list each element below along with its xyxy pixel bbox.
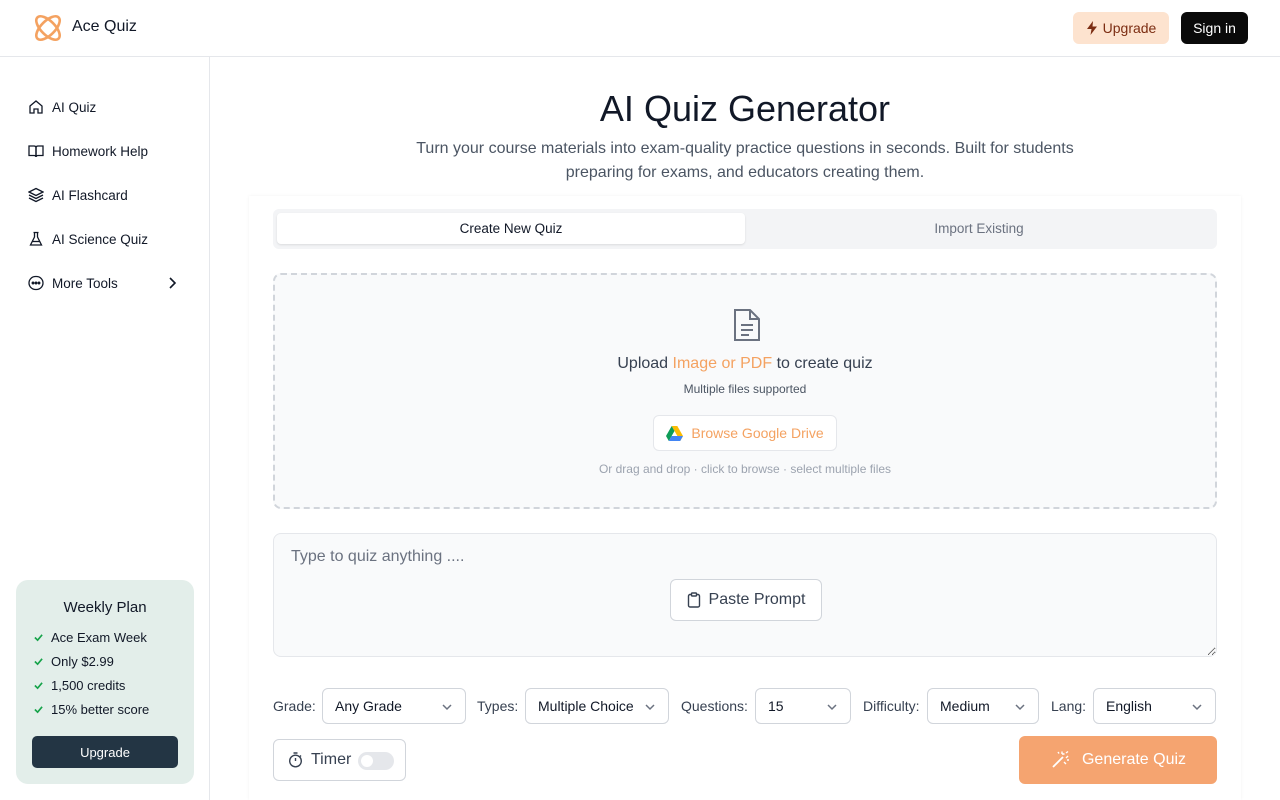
grade-label: Grade: (273, 698, 316, 714)
sidebar-item-label: Homework Help (52, 143, 149, 159)
paste-prompt-button[interactable]: Paste Prompt (670, 579, 822, 621)
timer-control: Timer (273, 739, 406, 781)
sign-in-button[interactable]: Sign in (1181, 12, 1248, 44)
plan-title: Weekly Plan (63, 599, 147, 616)
sidebar-item-homework-help[interactable]: Homework Help (28, 140, 184, 162)
paste-prompt-label: Paste Prompt (708, 591, 806, 608)
plan-feature-text: 15% better score (51, 702, 150, 717)
generate-quiz-label: Generate Quiz (1081, 751, 1187, 768)
stopwatch-icon (288, 752, 303, 768)
chevron-down-icon (1015, 704, 1025, 711)
top-header: Ace Quiz Upgrade Sign in (0, 0, 1280, 57)
book-open-icon (28, 145, 44, 158)
flask-icon (29, 231, 43, 246)
lightning-icon (1086, 21, 1097, 35)
weekly-plan-card: Weekly Plan Ace Exam Week Only $2.99 1,5… (16, 580, 194, 784)
plan-feature: 1,500 credits (34, 678, 125, 693)
plan-feature-text: 1,500 credits (51, 678, 126, 693)
chevron-right-icon (169, 277, 177, 289)
layers-icon (28, 187, 44, 203)
types-label: Types: (477, 698, 519, 714)
tab-bar: Create New Quiz Import Existing (273, 209, 1217, 249)
check-icon (34, 706, 43, 714)
upload-instructions: Upload Image or PDF to create quiz (275, 355, 1215, 373)
plan-upgrade-button[interactable]: Upgrade (32, 736, 178, 768)
chevron-down-icon (442, 704, 452, 711)
document-icon (734, 309, 760, 341)
toggle-knob (361, 755, 373, 767)
multiple-files-note: Multiple files supported (683, 382, 807, 396)
sidebar-item-label: More Tools (52, 275, 118, 291)
check-icon (34, 634, 43, 642)
timer-label: Timer (311, 751, 352, 768)
magic-wand-icon (1052, 750, 1069, 768)
chevron-down-icon (827, 704, 837, 711)
sidebar: AI Quiz Homework Help AI Flashcard AI Sc… (0, 57, 210, 800)
google-drive-label: Browse Google Drive (691, 425, 824, 441)
types-select[interactable]: Multiple Choice (525, 688, 669, 724)
more-circle-icon (28, 275, 44, 291)
upload-suffix: to create quiz (772, 355, 873, 372)
brand-name[interactable]: Ace Quiz (72, 18, 137, 36)
sidebar-item-ai-science-quiz[interactable]: AI Science Quiz (28, 228, 184, 250)
timer-toggle[interactable] (358, 752, 394, 770)
difficulty-select[interactable]: Medium (927, 688, 1039, 724)
drag-drop-hint: Or drag and drop · click to browse · sel… (598, 462, 892, 476)
browse-google-drive-button[interactable]: Browse Google Drive (653, 415, 837, 451)
home-icon (29, 100, 43, 114)
plan-feature: 15% better score (34, 702, 149, 717)
sidebar-item-ai-flashcard[interactable]: AI Flashcard (28, 184, 184, 206)
tab-import-existing[interactable]: Import Existing (745, 213, 1213, 244)
grade-select[interactable]: Any Grade (322, 688, 466, 724)
language-value: English (1106, 698, 1152, 714)
ace-quiz-logo-icon[interactable] (31, 11, 65, 45)
chevron-down-icon (645, 704, 655, 711)
check-icon (34, 658, 43, 666)
sidebar-item-label: AI Quiz (52, 99, 97, 115)
prompt-box: Paste Prompt (273, 533, 1217, 657)
language-select[interactable]: English (1093, 688, 1216, 724)
upgrade-button[interactable]: Upgrade (1073, 12, 1169, 44)
upload-file-types: Image or PDF (672, 355, 773, 372)
page-subtitle: Turn your course materials into exam-qua… (416, 140, 1074, 181)
sidebar-item-ai-quiz[interactable]: AI Quiz (28, 96, 184, 118)
tab-create-new-quiz[interactable]: Create New Quiz (277, 213, 745, 244)
types-value: Multiple Choice (538, 698, 634, 714)
sidebar-item-label: AI Flashcard (52, 187, 128, 203)
upload-prefix: Upload (617, 355, 673, 372)
file-dropzone[interactable]: Upload Image or PDF to create quiz Multi… (273, 273, 1217, 509)
difficulty-value: Medium (940, 698, 990, 714)
questions-value: 15 (768, 698, 784, 714)
grade-value: Any Grade (335, 698, 402, 714)
upgrade-label: Upgrade (1102, 20, 1157, 36)
sidebar-item-more-tools[interactable]: More Tools (28, 272, 184, 294)
clipboard-icon (687, 592, 700, 608)
plan-feature-text: Ace Exam Week (51, 630, 147, 645)
google-drive-icon (666, 425, 684, 441)
check-icon (34, 682, 43, 690)
questions-select[interactable]: 15 (755, 688, 851, 724)
plan-feature: Ace Exam Week (34, 630, 147, 645)
page-title: AI Quiz Generator (599, 88, 891, 129)
sidebar-item-label: AI Science Quiz (52, 231, 149, 247)
generate-quiz-button[interactable]: Generate Quiz (1019, 736, 1217, 784)
lang-label: Lang: (1051, 698, 1087, 714)
plan-feature: Only $2.99 (34, 654, 114, 669)
plan-feature-text: Only $2.99 (51, 654, 114, 669)
difficulty-label: Difficulty: (863, 698, 920, 714)
questions-label: Questions: (681, 698, 748, 714)
chevron-down-icon (1192, 704, 1202, 711)
